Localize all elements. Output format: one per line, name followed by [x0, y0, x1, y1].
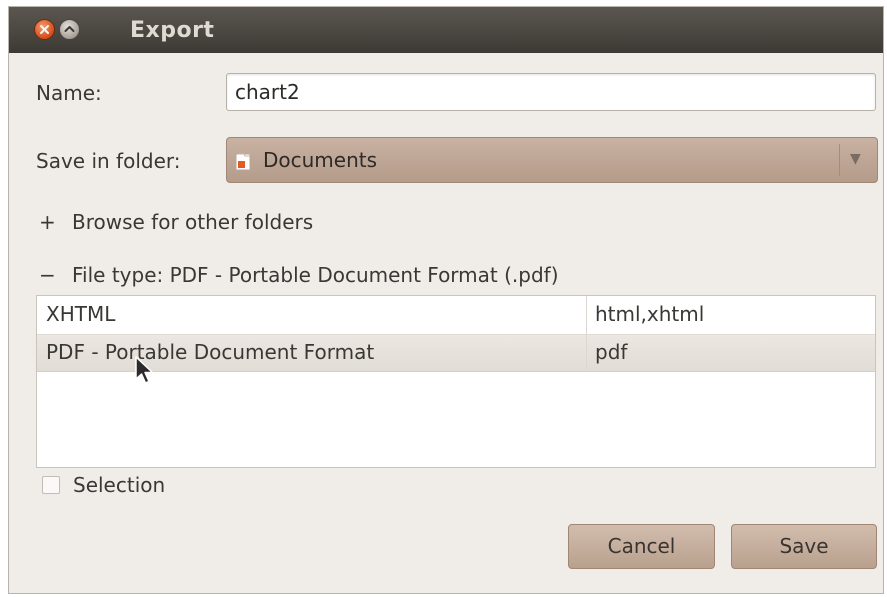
list-item[interactable]: XHTML html,xhtml [37, 296, 875, 334]
file-type-list[interactable]: XHTML html,xhtml PDF - Portable Document… [36, 295, 876, 468]
name-field[interactable]: chart2 [226, 73, 876, 111]
folder-combo[interactable]: Documents ▼ [226, 137, 878, 183]
chevron-down-icon[interactable]: ▼ [850, 151, 861, 167]
folder-label: Save in folder: [36, 149, 181, 173]
selection-label: Selection [73, 473, 166, 497]
name-label: Name: [36, 81, 102, 105]
cancel-button[interactable]: Cancel [568, 524, 715, 569]
combo-divider [839, 144, 840, 176]
minimize-icon[interactable] [59, 19, 80, 40]
browse-label: Browse for other folders [72, 210, 314, 234]
filetype-label: File type: PDF - Portable Document Forma… [72, 263, 559, 287]
folder-combo-value: Documents [263, 148, 378, 172]
file-type-extensions: html,xhtml [595, 302, 705, 326]
export-dialog: Export Name: chart2 Save in folder: Docu… [8, 6, 884, 594]
file-type-name: PDF - Portable Document Format [46, 340, 375, 364]
save-button[interactable]: Save [731, 524, 877, 569]
file-type-extensions: pdf [595, 340, 628, 364]
file-type-name: XHTML [46, 302, 116, 326]
column-divider [586, 296, 587, 372]
selection-checkbox[interactable] [42, 476, 60, 494]
window-title: Export [130, 18, 215, 43]
expand-icon: + [39, 210, 56, 234]
list-item-selected[interactable]: PDF - Portable Document Format pdf [37, 334, 875, 372]
name-field-value: chart2 [235, 80, 300, 104]
collapse-icon: − [39, 263, 56, 287]
mouse-pointer-icon [135, 356, 157, 390]
folder-icon [235, 151, 259, 175]
title-bar[interactable]: Export [9, 7, 883, 53]
close-icon[interactable] [34, 19, 55, 40]
